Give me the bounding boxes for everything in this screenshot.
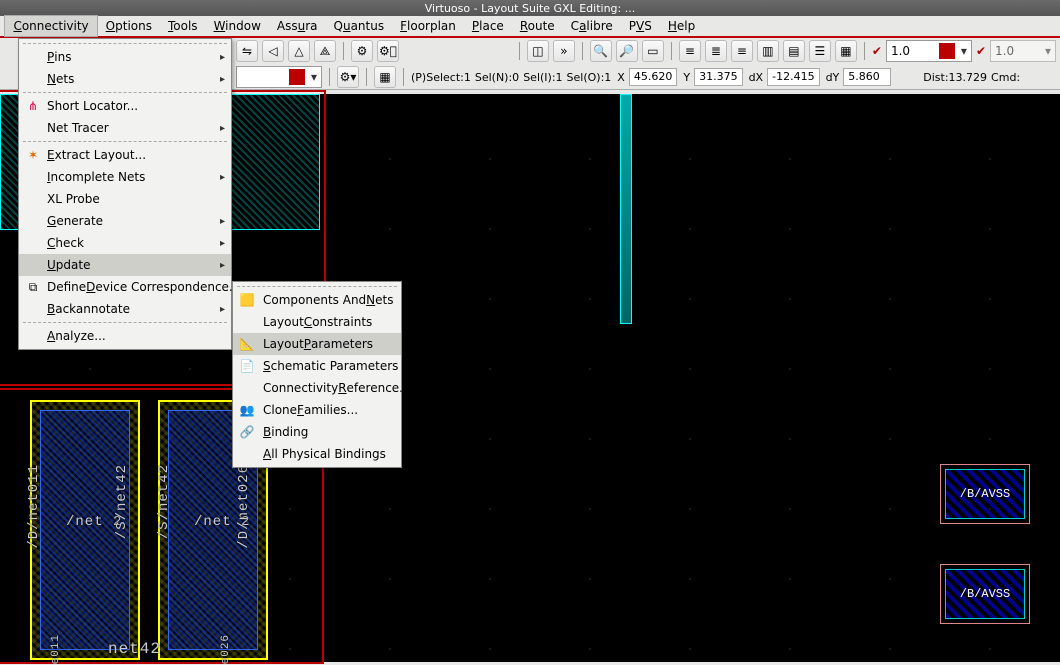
menu-incomplete-nets[interactable]: Incomplete Nets: [19, 166, 231, 188]
avss-label-1: /B/AVSS: [960, 487, 1010, 501]
align-left-icon[interactable]: ≡: [679, 40, 701, 62]
menu-xl-probe[interactable]: XL Probe: [19, 188, 231, 210]
sub-layout-parameters[interactable]: 📐Layout Parameters: [233, 333, 401, 355]
dy-label: dY: [824, 71, 842, 84]
scale-value-1: 1.0: [887, 44, 937, 58]
dx-field[interactable]: -12.415: [767, 68, 819, 86]
net-net42-h: net42: [108, 640, 161, 658]
gear-cancel-icon[interactable]: ⚙⃠: [377, 40, 399, 62]
distribute-h-icon[interactable]: ▥: [757, 40, 779, 62]
menu-pvs[interactable]: PVS: [621, 16, 660, 36]
flip-icon[interactable]: ◁: [262, 40, 284, 62]
net-d-net026: /D/net026: [236, 464, 252, 549]
dy-field[interactable]: 5.860: [843, 68, 891, 86]
menu-generate[interactable]: Generate: [19, 210, 231, 232]
scale-combo-2[interactable]: 1.0 ▾: [990, 40, 1056, 62]
window-title: Virtuoso - Layout Suite GXL Editing: ...: [425, 2, 635, 15]
clone-icon: 👥: [239, 402, 255, 418]
align-stack-icon[interactable]: ☰: [809, 40, 831, 62]
mirror-v-icon[interactable]: △: [288, 40, 310, 62]
sub-clone-families[interactable]: 👥Clone Families...: [233, 399, 401, 421]
menu-define-device-correspondence[interactable]: ⧉Define Device Correspondence...: [19, 276, 231, 298]
menu-short-locator[interactable]: ⋔Short Locator...: [19, 95, 231, 117]
scale-value-2: 1.0: [991, 44, 1041, 58]
fit-icon[interactable]: ▭: [642, 40, 664, 62]
avss-label-2: /B/AVSS: [960, 587, 1010, 601]
align-grid-icon[interactable]: ▦: [835, 40, 857, 62]
menu-tools[interactable]: Tools: [160, 16, 206, 36]
distribute-v-icon[interactable]: ▤: [783, 40, 805, 62]
correspondence-icon: ⧉: [25, 279, 41, 295]
zoom-out-icon[interactable]: 🔎: [616, 40, 638, 62]
menu-analyze[interactable]: Analyze...: [19, 325, 231, 347]
menu-help[interactable]: Help: [660, 16, 703, 36]
sub-schematic-parameters[interactable]: 📄Schematic Parameters: [233, 355, 401, 377]
net-e026: e026: [220, 634, 232, 664]
net-s-net42-a: /S/net42: [114, 464, 130, 539]
menu-nets[interactable]: Nets: [19, 68, 231, 90]
y-label: Y: [681, 71, 692, 84]
short-locator-icon: ⋔: [25, 98, 41, 114]
menu-assura[interactable]: Assura: [269, 16, 326, 36]
menu-update[interactable]: Update: [19, 254, 231, 276]
mirror-h-icon[interactable]: ⇋: [236, 40, 258, 62]
binding-icon: 🔗: [239, 424, 255, 440]
net-s-net42-b: /S/net42: [156, 464, 172, 539]
titlebar: Virtuoso - Layout Suite GXL Editing: ...: [0, 0, 1060, 16]
net-e011: e011: [50, 634, 62, 664]
menu-connectivity[interactable]: Connectivity: [4, 15, 97, 37]
menu-place[interactable]: Place: [464, 16, 512, 36]
status-seln: Sel(N):0: [475, 71, 519, 84]
scale-combo-1[interactable]: 1.0 ▾: [886, 40, 972, 62]
connectivity-menu: Pins Nets ⋔Short Locator... Net Tracer ✶…: [18, 38, 232, 350]
dx-label: dX: [747, 71, 766, 84]
v-teal-bar: [620, 94, 632, 324]
zoom-in-icon[interactable]: 🔍: [590, 40, 612, 62]
gear-icon[interactable]: ⚙: [351, 40, 373, 62]
align-center-icon[interactable]: ≣: [705, 40, 727, 62]
menubar: ify Connectivity Options Tools Window As…: [0, 16, 1060, 38]
menu-net-tracer[interactable]: Net Tracer: [19, 117, 231, 139]
gear-dropdown-icon[interactable]: ⚙▾: [337, 66, 359, 88]
menu-check[interactable]: Check: [19, 232, 231, 254]
update-submenu: 🟨Components And Nets Layout Constraints …: [232, 281, 402, 468]
schem-params-icon: 📄: [239, 358, 255, 374]
status-selo: Sel(O):1: [567, 71, 612, 84]
expand-icon[interactable]: »: [553, 40, 575, 62]
sub-connectivity-reference[interactable]: Connectivity Reference...: [233, 377, 401, 399]
sub-all-physical-bindings[interactable]: All Physical Bindings: [233, 443, 401, 465]
menu-extract-layout[interactable]: ✶Extract Layout...: [19, 144, 231, 166]
avss-box-1[interactable]: /B/AVSS: [940, 464, 1030, 524]
menu-backannotate[interactable]: Backannotate: [19, 298, 231, 320]
grid-icon[interactable]: ▦: [374, 66, 396, 88]
menu-quantus[interactable]: Quantus: [326, 16, 393, 36]
sub-components-nets[interactable]: 🟨Components And Nets: [233, 289, 401, 311]
components-icon: 🟨: [239, 292, 255, 308]
avss-box-2[interactable]: /B/AVSS: [940, 564, 1030, 624]
layout-params-icon: 📐: [239, 336, 255, 352]
menu-window[interactable]: Window: [206, 16, 269, 36]
check1-icon[interactable]: ✔: [872, 44, 882, 58]
status-pselect: (P)Select:1: [411, 71, 471, 84]
x-label: X: [615, 71, 627, 84]
align-right-icon[interactable]: ≡: [731, 40, 753, 62]
dist-label: Dist:13.729: [923, 71, 987, 84]
x-field[interactable]: 45.620: [629, 68, 678, 86]
layer-combo[interactable]: ▾: [236, 66, 322, 88]
flip-v-icon[interactable]: ⟁: [314, 40, 336, 62]
sub-layout-constraints[interactable]: Layout Constraints: [233, 311, 401, 333]
menu-options[interactable]: Options: [98, 16, 160, 36]
net-d-net011: /D/net011: [26, 464, 42, 549]
net-tool-icon[interactable]: ◫: [527, 40, 549, 62]
status-seli: Sel(I):1: [523, 71, 562, 84]
y-field[interactable]: 31.375: [694, 68, 743, 86]
check2-icon[interactable]: ✔: [976, 44, 986, 58]
menu-floorplan[interactable]: Floorplan: [392, 16, 464, 36]
menu-route[interactable]: Route: [512, 16, 563, 36]
menu-pins[interactable]: Pins: [19, 46, 231, 68]
sub-binding[interactable]: 🔗Binding: [233, 421, 401, 443]
extract-icon: ✶: [25, 147, 41, 163]
cmd-label: Cmd:: [991, 71, 1020, 84]
menu-calibre[interactable]: Calibre: [563, 16, 621, 36]
